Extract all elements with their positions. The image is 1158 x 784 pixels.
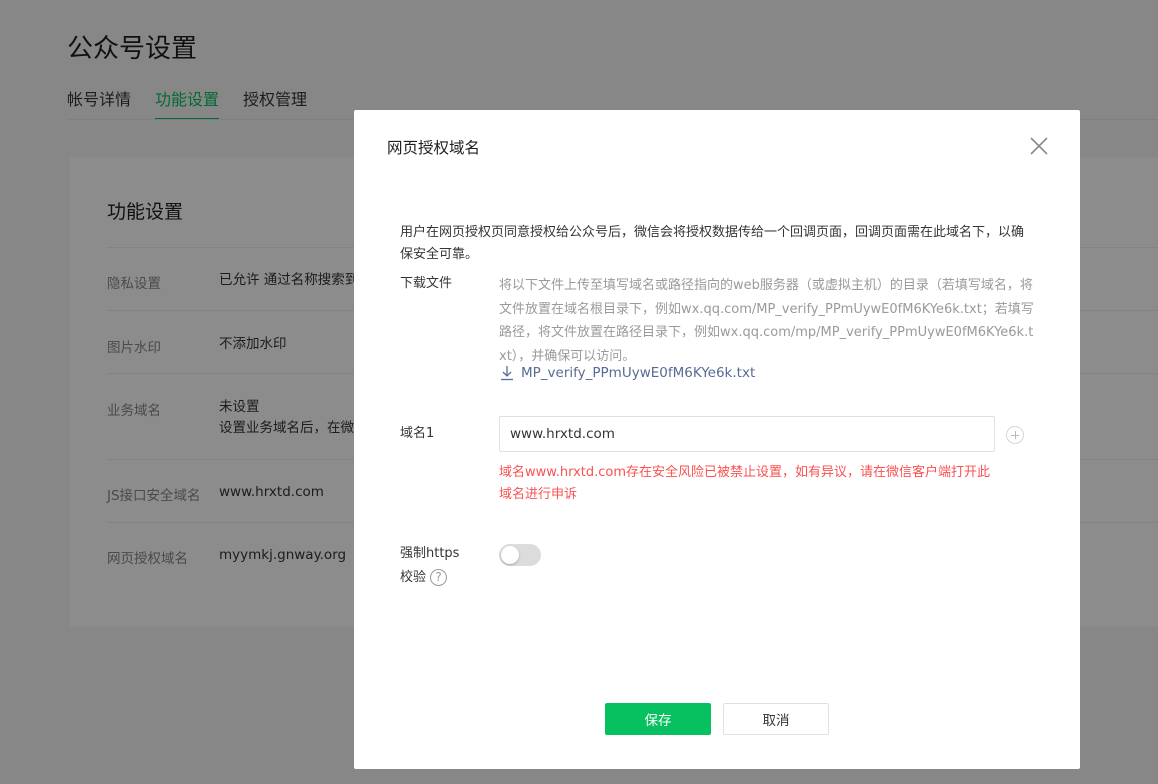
https-label-line2: 校验?	[400, 567, 459, 589]
domain-error-message: 域名www.hrxtd.com存在安全风险已被禁止设置，如有异议，请在微信客户端…	[499, 465, 991, 502]
download-instructions: 将以下文件上传至填写域名或路径指向的web服务器（或虚拟主机）的目录（若填写域名…	[499, 278, 1034, 364]
download-file-link[interactable]: MP_verify_PPmUywE0fM6KYe6k.txt	[499, 365, 755, 381]
download-label: 下载文件	[400, 276, 453, 291]
https-label-line1: 强制https	[400, 546, 460, 561]
download-file-name: MP_verify_PPmUywE0fM6KYe6k.txt	[521, 365, 756, 381]
toggle-knob	[501, 546, 519, 564]
domain-input[interactable]	[499, 416, 995, 452]
oauth-domain-dialog: 网页授权域名 用户在网页授权页同意授权给公众号后，微信会将授权数据传给一个回调页…	[354, 110, 1080, 769]
download-icon	[501, 366, 513, 381]
add-domain-plus-icon[interactable]	[1006, 426, 1024, 444]
domain-label: 域名1	[400, 426, 435, 441]
force-https-toggle[interactable]	[499, 544, 541, 566]
save-button[interactable]: 保存	[605, 703, 711, 735]
dialog-description: 用户在网页授权页同意授权给公众号后，微信会将授权数据传给一个回调页面，回调页面需…	[400, 225, 1025, 262]
cancel-button[interactable]: 取消	[723, 703, 829, 735]
https-label: 强制https 校验?	[400, 543, 459, 589]
close-icon[interactable]	[1028, 135, 1050, 157]
dialog-title: 网页授权域名	[387, 139, 481, 157]
https-label-text: 校验	[400, 570, 427, 585]
help-icon[interactable]: ?	[430, 569, 448, 586]
